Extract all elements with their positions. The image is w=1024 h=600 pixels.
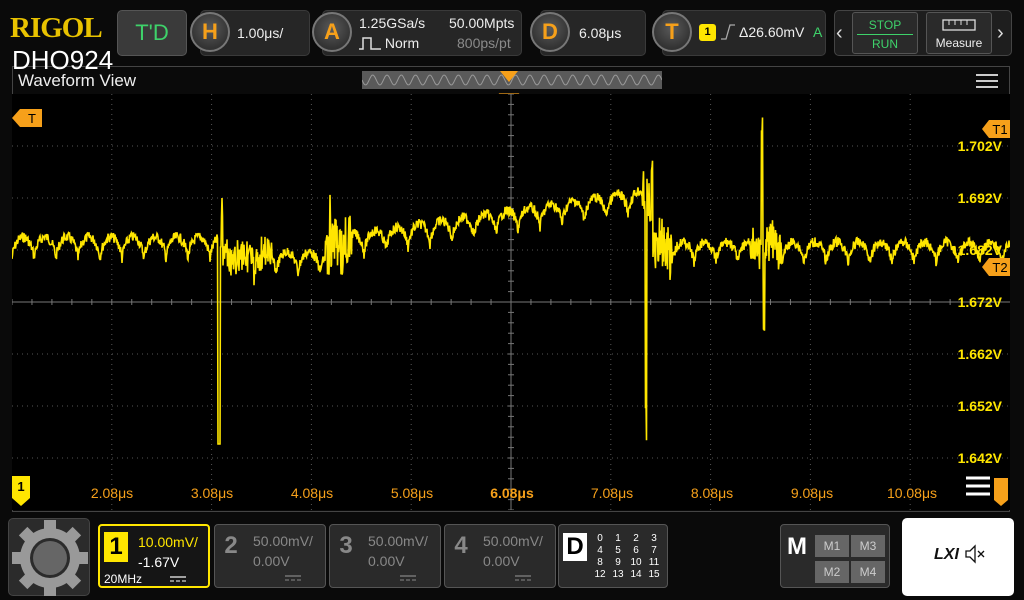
- channel2-number: 2: [224, 532, 238, 559]
- trigger-marker-text: T: [28, 111, 36, 126]
- x-label: 6.08μs: [490, 485, 534, 501]
- channel3-number: 3: [339, 532, 353, 559]
- menu-icon[interactable]: [976, 74, 998, 88]
- channel4-panel[interactable]: 4 50.00mV/ 0.00V: [444, 524, 556, 588]
- channel1-offset-marker[interactable]: 1: [12, 476, 32, 506]
- ruler-icon: [942, 19, 976, 31]
- y-label: 1.682V: [957, 242, 1002, 258]
- sample-rate: 1.25GSa/s: [359, 15, 426, 31]
- x-label: 10.08μs: [886, 485, 938, 501]
- digital-channels-panel[interactable]: D 0123 4567 8 9 10 11 12 13 14 15: [558, 524, 668, 588]
- memory-depth: 50.00Mpts: [449, 15, 515, 31]
- home-button[interactable]: [8, 518, 90, 596]
- measure-label: Measure: [935, 36, 983, 50]
- top-bar: RIGOL DHO924 T'D 1.00μs/ H 1.25GSa/s Nor…: [0, 0, 1024, 73]
- channel1-marker-text: 1: [17, 479, 24, 494]
- cursor-t2-marker[interactable]: T2: [982, 258, 1010, 276]
- chevron-left-icon[interactable]: ‹: [836, 22, 843, 45]
- triggered-button[interactable]: T'D: [117, 10, 187, 56]
- cursor-t1-text: T1: [992, 122, 1007, 137]
- delay-badge[interactable]: D: [530, 12, 570, 52]
- channel1-offset: -1.67V: [138, 554, 180, 570]
- channel2-panel[interactable]: 2 50.00mV/ 0.00V: [214, 524, 326, 588]
- acquire-mode-text: Norm: [384, 35, 420, 51]
- trigger-level-marker[interactable]: T: [12, 109, 42, 127]
- x-label: 7.08μs: [590, 485, 634, 501]
- brand-logo: RIGOL: [10, 12, 103, 44]
- gear-logo-icon: [12, 520, 88, 596]
- channel3-scale: 50.00mV/: [368, 533, 428, 549]
- digital-channel-grid: 0123 4567 8 9 10 11 12 13 14 15: [594, 533, 660, 580]
- acquire-badge[interactable]: A: [312, 12, 352, 52]
- y-label: 1.702V: [957, 138, 1002, 154]
- math-m2-button[interactable]: M2: [815, 561, 849, 583]
- lxi-label: LXI: [934, 546, 959, 563]
- measure-button[interactable]: Measure: [926, 12, 992, 54]
- quick-menu-icon[interactable]: [962, 470, 1012, 508]
- model-label: DHO924: [12, 45, 114, 75]
- status-panel[interactable]: LXI: [902, 518, 1014, 596]
- timebase-value: 1.00μs/: [237, 25, 284, 41]
- delay-value: 6.08μs: [579, 25, 622, 41]
- stop-label: STOP: [868, 18, 902, 32]
- x-label: 8.08μs: [690, 485, 734, 501]
- run-stop-button[interactable]: STOP RUN: [852, 12, 918, 54]
- channel1-bandwidth: 20MHz: [104, 572, 143, 586]
- pulse-icon: [359, 37, 381, 50]
- trigger-badge[interactable]: T: [652, 12, 692, 52]
- dc-coupling-icon: [400, 575, 416, 581]
- time-resolution: 800ps/pt: [457, 35, 511, 51]
- cursor-t1-marker[interactable]: T1: [982, 120, 1010, 138]
- math-m3-button[interactable]: M3: [851, 535, 885, 557]
- dc-coupling-icon: [285, 575, 301, 581]
- x-label: 9.08μs: [790, 485, 834, 501]
- digital-label: D: [563, 533, 587, 561]
- channel3-panel[interactable]: 3 50.00mV/ 0.00V: [329, 524, 441, 588]
- channel1-panel[interactable]: 1 10.00mV/ -1.67V 20MHz: [98, 524, 210, 588]
- waveform-grid[interactable]: [11, 93, 1011, 511]
- y-label: 1.672V: [957, 294, 1002, 310]
- x-label: 5.08μs: [390, 485, 434, 501]
- channel1-scale: 10.00mV/: [138, 534, 198, 550]
- y-label: 1.642V: [957, 450, 1002, 466]
- acquire-panel[interactable]: 1.25GSa/s Norm 50.00Mpts 800ps/pt: [322, 10, 522, 56]
- y-label: 1.652V: [957, 398, 1002, 414]
- chevron-right-icon[interactable]: ›: [997, 22, 1004, 45]
- x-label: 3.08μs: [190, 485, 234, 501]
- waveform-canvas: [11, 93, 1011, 511]
- channel2-offset: 0.00V: [253, 553, 290, 569]
- channel3-offset: 0.00V: [368, 553, 405, 569]
- y-label: 1.692V: [957, 190, 1002, 206]
- channel1-number: 1: [104, 532, 128, 562]
- trigger-level: Δ26.60mV: [739, 24, 805, 40]
- math-label: M: [787, 533, 807, 560]
- rising-edge-icon: [721, 24, 735, 40]
- x-label: 4.08μs: [290, 485, 334, 501]
- math-m1-button[interactable]: M1: [815, 535, 849, 557]
- y-label: 1.662V: [957, 346, 1002, 362]
- cursor-t2-text: T2: [992, 260, 1007, 275]
- channel4-scale: 50.00mV/: [483, 533, 543, 549]
- channel2-scale: 50.00mV/: [253, 533, 313, 549]
- math-panel[interactable]: M M1 M3 M2 M4: [780, 524, 890, 588]
- trigger-mode: A: [813, 24, 823, 40]
- trigger-channel-badge: 1: [699, 24, 716, 41]
- dc-coupling-icon: [170, 576, 186, 582]
- math-m4-button[interactable]: M4: [851, 561, 885, 583]
- channel4-number: 4: [454, 532, 468, 559]
- speaker-muted-icon[interactable]: [964, 544, 986, 564]
- channel4-offset: 0.00V: [483, 553, 520, 569]
- acquire-mode: Norm: [359, 35, 419, 51]
- run-label: RUN: [857, 34, 913, 51]
- x-label: 2.08μs: [90, 485, 134, 501]
- horizontal-badge[interactable]: H: [190, 12, 230, 52]
- dc-coupling-icon: [515, 575, 531, 581]
